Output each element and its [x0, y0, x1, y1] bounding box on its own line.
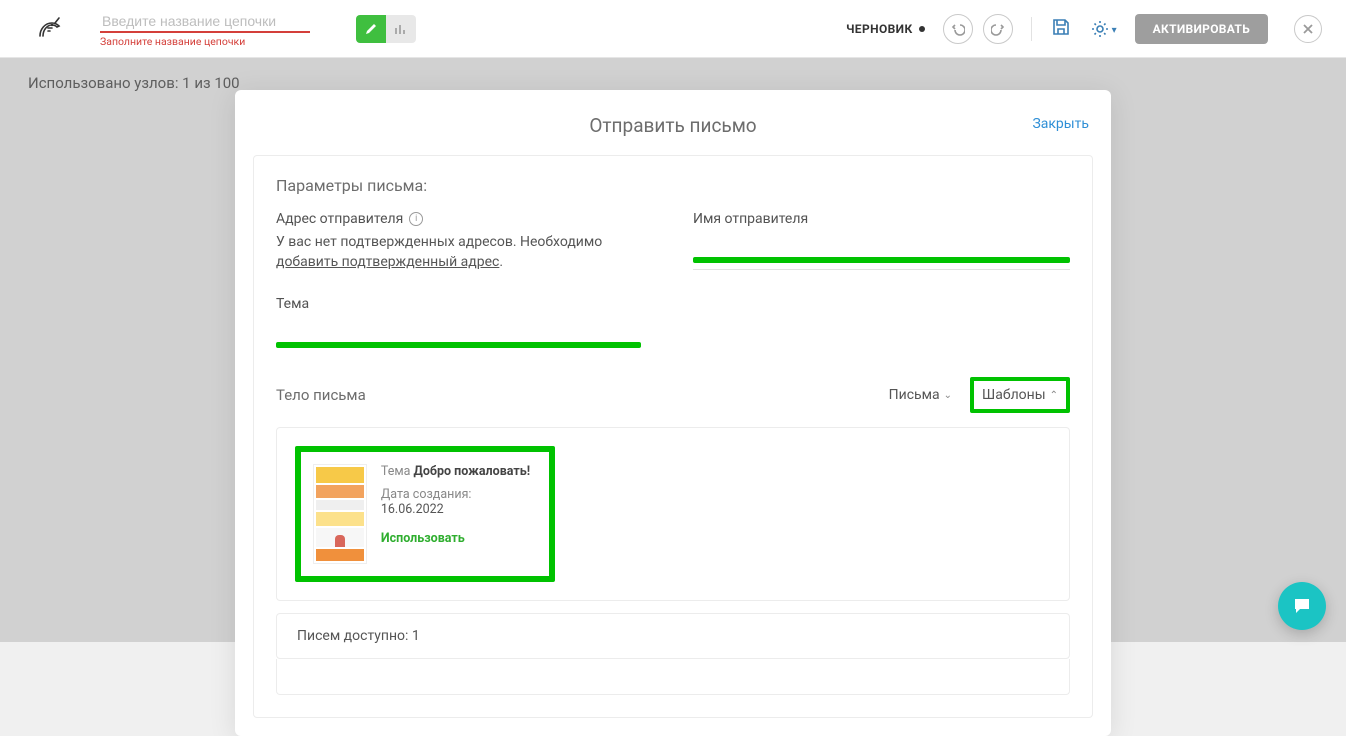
view-mode-toggle	[356, 15, 416, 43]
stats-mode-button[interactable]	[386, 15, 416, 43]
chevron-down-icon: ⌄	[944, 390, 952, 401]
template-item[interactable]: Тема Добро пожаловать! Дата создания: 16…	[295, 446, 555, 582]
status-badge: ЧЕРНОВИК	[846, 22, 925, 36]
top-bar: Заполните название цепочки ЧЕРНОВИК ▾ АК…	[0, 0, 1346, 58]
modal-title: Отправить письмо	[589, 114, 756, 137]
sender-address-label: Адрес отправителя	[276, 211, 403, 227]
sender-address-message: У вас нет подтвержденных адресов. Необхо…	[276, 233, 653, 272]
tab-emails-label: Письма	[889, 387, 940, 403]
subject-label: Тема	[276, 296, 1070, 312]
chain-name-block: Заполните название цепочки	[100, 9, 310, 48]
template-date-value: 16.06.2022	[381, 502, 444, 517]
use-template-button[interactable]: Использовать	[381, 531, 537, 546]
chevron-down-icon: ▾	[1112, 25, 1117, 36]
chevron-up-icon: ⌃	[1050, 390, 1058, 401]
sender-address-block: Адрес отправителя i У вас нет подтвержде…	[276, 211, 653, 272]
settings-button[interactable]: ▾	[1090, 19, 1117, 39]
app-logo	[34, 14, 64, 44]
add-verified-address-link[interactable]: добавить подтвержденный адрес	[276, 254, 499, 270]
send-email-modal: Отправить письмо Закрыть Параметры письм…	[235, 90, 1111, 736]
chain-name-error: Заполните название цепочки	[100, 35, 310, 48]
divider	[1031, 17, 1032, 41]
chat-fab[interactable]	[1278, 582, 1326, 630]
template-subject-value: Добро пожаловать!	[414, 464, 531, 479]
tab-templates[interactable]: Шаблоны ⌃	[970, 377, 1070, 413]
highlight-bar	[693, 257, 1070, 263]
edit-mode-button[interactable]	[356, 15, 386, 43]
emails-available-footer: Писем доступно: 1	[276, 613, 1070, 659]
activate-button[interactable]: АКТИВИРОВАТЬ	[1135, 14, 1268, 44]
sender-address-msg-text: У вас нет подтвержденных адресов. Необхо…	[276, 234, 602, 250]
info-icon[interactable]: i	[409, 212, 423, 226]
tab-emails[interactable]: Письма ⌄	[889, 387, 952, 403]
section-title: Параметры письма:	[276, 176, 1070, 195]
body-label: Тело письма	[276, 386, 366, 404]
redo-button[interactable]	[983, 14, 1013, 44]
template-date-label: Дата создания:	[381, 487, 472, 502]
sender-name-label: Имя отправителя	[693, 211, 808, 227]
chain-name-input[interactable]	[100, 9, 310, 33]
status-label: ЧЕРНОВИК	[846, 22, 913, 36]
email-params-card: Параметры письма: Адрес отправителя i У …	[253, 155, 1093, 718]
template-subject-label: Тема	[381, 464, 411, 479]
highlight-bar	[276, 342, 641, 348]
sender-name-block: Имя отправителя	[693, 211, 1070, 272]
close-editor-button[interactable]	[1294, 15, 1322, 43]
save-button[interactable]	[1050, 16, 1072, 42]
modal-close-link[interactable]: Закрыть	[1032, 116, 1089, 132]
undo-button[interactable]	[943, 14, 973, 44]
tab-templates-label: Шаблоны	[982, 387, 1046, 403]
status-dot-icon	[919, 26, 925, 32]
template-thumbnail	[313, 464, 367, 564]
empty-body-card	[276, 659, 1070, 695]
templates-panel: Тема Добро пожаловать! Дата создания: 16…	[276, 427, 1070, 601]
